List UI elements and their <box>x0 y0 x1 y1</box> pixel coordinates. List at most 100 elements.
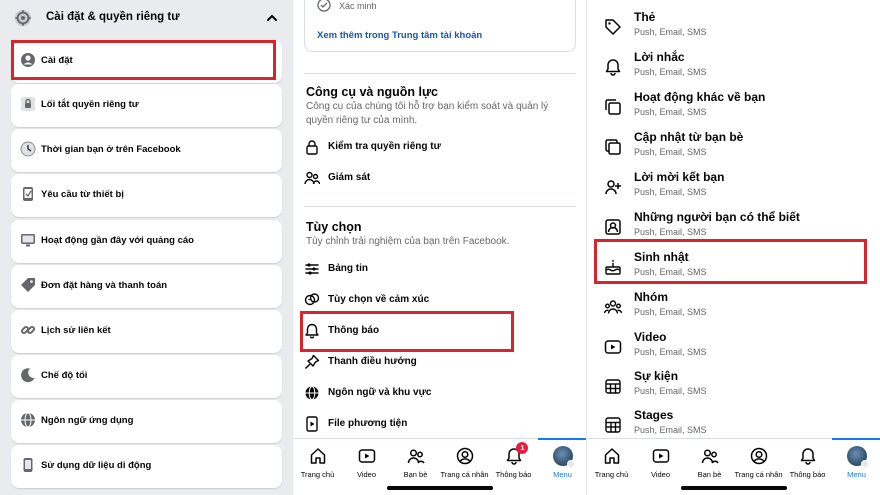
stages-grid-icon <box>604 416 622 434</box>
supervision-label: Giám sát <box>328 172 371 183</box>
account-center-link[interactable]: Xem thêm trong Trung tâm tài khoản <box>317 30 482 41</box>
settings-privacy-panel: Cài đặt & quyền riêng tư Cài đặt Lối tắt… <box>0 0 292 495</box>
moon-icon <box>20 367 38 385</box>
menu-item-label: Đơn đặt hàng và thanh toán <box>41 280 168 291</box>
tab-notifications[interactable]: Thông báo <box>783 439 832 495</box>
menu-item-device-requests[interactable]: Yêu cầu từ thiết bị <box>11 174 282 217</box>
notif-item-video[interactable]: Video Push, Email, SMS <box>587 327 880 367</box>
notif-channels: Push, Email, SMS <box>634 67 707 77</box>
tab-label: Bạn bè <box>697 470 722 479</box>
notif-title: Sự kiện <box>634 369 679 383</box>
supervision-item[interactable]: Giám sát <box>304 169 564 189</box>
notif-title: Sinh nhật <box>634 250 689 264</box>
notif-channels: Push, Email, SMS <box>634 147 707 157</box>
language-region-item[interactable]: Ngôn ngữ và khu vực <box>304 384 564 404</box>
tab-label: Menu <box>553 470 572 479</box>
menu-item-label: Thời gian bạn ở trên Facebook <box>41 144 181 155</box>
notif-item-tags[interactable]: Thẻ Push, Email, SMS <box>587 7 880 47</box>
birthday-cake-icon <box>604 258 622 276</box>
menu-item-label: Lối tắt quyền riêng tư <box>41 99 139 110</box>
home-indicator <box>681 486 787 490</box>
feed-item[interactable]: Bảng tin <box>304 260 564 280</box>
home-icon <box>603 447 621 465</box>
menu-item-label: Yêu cầu từ thiết bị <box>41 189 124 200</box>
notification-badge: 1 <box>516 442 529 454</box>
tab-label: Video <box>356 470 377 479</box>
notif-title: Hoạt động khác về bạn <box>634 90 766 104</box>
chevron-up-icon[interactable] <box>266 12 278 24</box>
notifications-item[interactable]: Thông báo <box>304 322 564 342</box>
video-icon <box>358 447 376 465</box>
profile-icon <box>456 447 474 465</box>
notif-title: Lời mời kết bạn <box>634 170 725 184</box>
notif-item-birthdays[interactable]: Sinh nhật Push, Email, SMS <box>587 247 880 287</box>
menu-item-settings[interactable]: Cài đặt <box>11 40 282 83</box>
menu-item-mobile-data[interactable]: Sử dụng dữ liệu di động <box>11 445 282 488</box>
menu-item-privacy-shortcuts[interactable]: Lối tắt quyền riêng tư <box>11 84 282 127</box>
friend-request-icon <box>604 178 622 196</box>
home-indicator <box>387 486 493 490</box>
notif-title: Nhóm <box>634 290 668 304</box>
reaction-preferences-item[interactable]: Tùy chọn về cảm xúc <box>304 291 564 311</box>
tab-notifications[interactable]: 1 Thông báo <box>489 439 538 495</box>
menu-item-orders-payments[interactable]: Đơn đặt hàng và thanh toán <box>11 265 282 308</box>
notif-item-people-you-may-know[interactable]: Những người bạn có thể biết Push, Email,… <box>587 207 880 247</box>
tab-video[interactable]: Video <box>636 439 685 495</box>
navigation-bar-label: Thanh điều hướng <box>328 356 417 367</box>
friends-update-icon <box>604 138 622 156</box>
menu-item-app-language[interactable]: Ngôn ngữ ứng dụng <box>11 400 282 443</box>
media-file-icon <box>304 416 320 432</box>
menu-item-dark-mode[interactable]: Chế độ tối <box>11 355 282 398</box>
settings-panel: Xác minh Xem thêm trong Trung tâm tài kh… <box>292 0 586 495</box>
privacy-checkup-label: Kiểm tra quyền riêng tư <box>328 141 441 152</box>
tab-video[interactable]: Video <box>342 439 391 495</box>
notification-settings-panel: Thẻ Push, Email, SMS Lời nhắc Push, Emai… <box>586 0 880 495</box>
notif-item-other-activity[interactable]: Hoạt động khác về bạn Push, Email, SMS <box>587 87 880 127</box>
settings-privacy-header[interactable]: Cài đặt & quyền riêng tư <box>0 0 292 36</box>
avatar-menu-icon <box>552 446 575 468</box>
menu-item-label: Lịch sử liên kết <box>41 325 111 336</box>
media-files-label: File phương tiện <box>328 418 408 429</box>
tab-label: Menu <box>847 470 866 479</box>
home-icon <box>309 447 327 465</box>
profile-icon <box>750 447 768 465</box>
tab-label: Thông báo <box>789 470 826 479</box>
notif-channels: Push, Email, SMS <box>634 307 707 317</box>
tab-menu[interactable]: Menu <box>832 438 880 495</box>
notif-item-reminders[interactable]: Lời nhắc Push, Email, SMS <box>587 47 880 87</box>
bell-icon <box>604 58 622 76</box>
notif-item-friend-requests[interactable]: Lời mời kết bạn Push, Email, SMS <box>587 167 880 207</box>
globe-icon <box>20 412 38 430</box>
mobile-data-icon <box>20 457 38 475</box>
feed-label: Bảng tin <box>328 263 368 274</box>
menu-item-label: Hoạt động gần đây với quảng cáo <box>41 235 194 246</box>
notif-title: Video <box>634 330 667 344</box>
check-circle-icon <box>317 0 331 12</box>
notif-item-friend-updates[interactable]: Cập nhật từ bạn bè Push, Email, SMS <box>587 127 880 167</box>
notif-channels: Push, Email, SMS <box>634 107 707 117</box>
media-files-item[interactable]: File phương tiện <box>304 415 564 435</box>
account-center-card: Xác minh Xem thêm trong Trung tâm tài kh… <box>304 0 576 52</box>
privacy-checkup-item[interactable]: Kiểm tra quyền riêng tư <box>304 138 564 158</box>
notifications-label: Thông báo <box>328 325 380 336</box>
notif-item-events[interactable]: Sự kiện Push, Email, SMS <box>587 366 880 406</box>
tools-section-title: Công cụ và nguồn lực <box>306 85 438 99</box>
tab-menu[interactable]: Menu <box>538 438 586 495</box>
friends-icon <box>701 447 719 465</box>
notif-channels: Push, Email, SMS <box>634 187 707 197</box>
video-icon <box>652 447 670 465</box>
tab-label: Video <box>650 470 671 479</box>
device-icon <box>20 186 38 204</box>
clock-icon <box>20 141 38 159</box>
menu-item-label: Chế độ tối <box>41 370 88 381</box>
gear-icon <box>14 9 32 27</box>
notif-title: Cập nhật từ bạn bè <box>634 130 744 144</box>
navigation-bar-item[interactable]: Thanh điều hướng <box>304 353 564 373</box>
menu-item-recent-ad-activity[interactable]: Hoạt động gần đây với quảng cáo <box>11 220 282 263</box>
menu-item-time-on-facebook[interactable]: Thời gian bạn ở trên Facebook <box>11 129 282 172</box>
tab-home[interactable]: Trang chủ <box>293 439 342 495</box>
notif-channels: Push, Email, SMS <box>634 227 707 237</box>
tab-home[interactable]: Trang chủ <box>587 439 636 495</box>
menu-item-link-history[interactable]: Lịch sử liên kết <box>11 310 282 353</box>
notif-item-groups[interactable]: Nhóm Push, Email, SMS <box>587 287 880 327</box>
